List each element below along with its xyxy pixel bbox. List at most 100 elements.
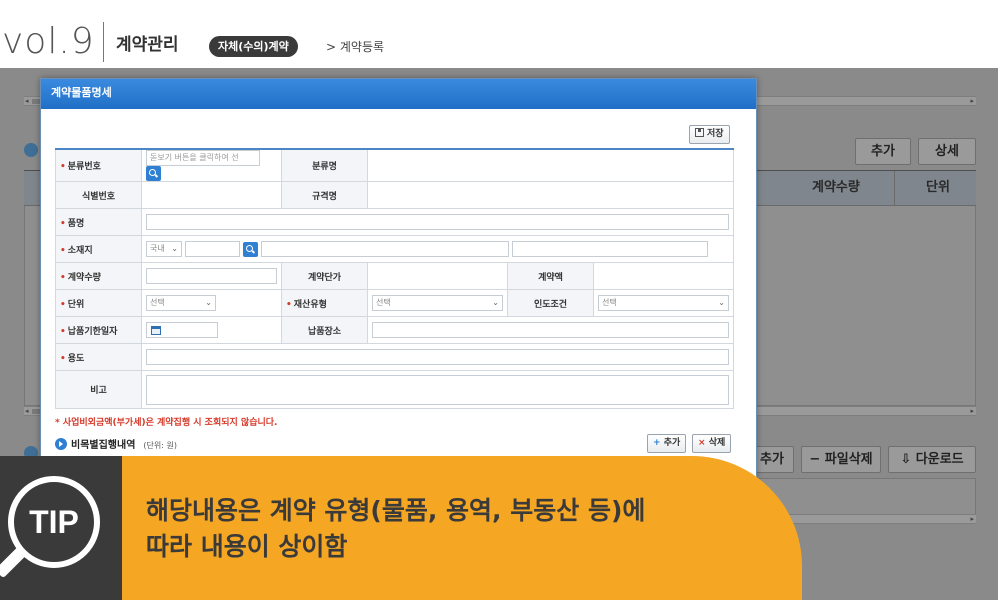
scroll-right-icon[interactable]: ▸ <box>970 515 974 524</box>
slide-header: vol.9 계약관리 자체(수의)계약 > 계약등록 <box>0 0 998 68</box>
tip-text: 해당내용은 계약 유형(물품, 용역, 부동산 등)에 따라 내용이 상이함 <box>146 493 645 565</box>
item-spec-modal: 계약물품명세 저장 • 분류번호 돋보기 버튼을 클릭하여 선 분류명 식별번호 … <box>40 78 757 478</box>
chevron-down-icon: ⌄ <box>718 298 725 307</box>
expense-section-title: 비목별집행내역 (단위: 원) <box>55 436 177 451</box>
cell-remarks <box>141 370 734 409</box>
bg-add-button[interactable]: 추가 <box>855 138 911 165</box>
cell-location: 국내 ⌄ <box>141 235 734 263</box>
purpose-input[interactable] <box>146 349 729 365</box>
label-asset-type: • 재산유형 <box>281 289 368 317</box>
label-location: • 소재지 <box>55 235 142 263</box>
save-label: 저장 <box>707 129 724 139</box>
label-spec-name: 규격명 <box>281 181 368 209</box>
id-no-value <box>141 181 282 209</box>
delete-row-button[interactable]: × 삭제 <box>692 434 732 453</box>
breadcrumb: > 계약등록 <box>326 40 385 54</box>
volume-label: vol.9 <box>2 21 95 62</box>
cell-purpose <box>141 343 734 371</box>
scroll-left-icon[interactable]: ◂ <box>25 97 29 106</box>
bg-download-button[interactable]: ⇩ 다운로드 <box>888 446 976 473</box>
scroll-left-icon[interactable]: ◂ <box>25 407 29 416</box>
delivery-place-input[interactable] <box>372 322 729 338</box>
bg-file-delete-label: 파일삭제 <box>824 452 873 467</box>
section-title: 계약관리 <box>116 35 179 55</box>
expense-section-label: 비목별집행내역 <box>71 440 136 451</box>
unit-select[interactable]: 선택 ⌄ <box>146 295 216 311</box>
unit-select-value: 선택 <box>150 298 165 307</box>
cell-asset-type: 선택 ⌄ <box>367 289 508 317</box>
section-bullet-icon <box>24 143 38 157</box>
spec-name-value <box>367 181 734 209</box>
tip-magnifier-icon: TIP <box>8 476 100 568</box>
label-category-no: • 분류번호 <box>55 148 142 182</box>
label-delivery-place: 납품장소 <box>281 316 368 344</box>
chevron-down-icon: ⌄ <box>171 244 178 253</box>
download-icon: ⇩ <box>900 452 916 467</box>
tip-line-2: 따라 내용이 상이함 <box>146 532 348 561</box>
zipcode-input[interactable] <box>184 241 240 257</box>
unit-price-value <box>367 262 508 290</box>
cell-category-no: 돋보기 버튼을 클릭하여 선 <box>141 148 282 182</box>
label-amount: 계약액 <box>507 262 594 290</box>
label-remarks: 비고 <box>55 370 142 409</box>
cell-unit: 선택 ⌄ <box>141 289 282 317</box>
cell-contract-qty <box>141 262 282 290</box>
category-no-input[interactable]: 돋보기 버튼을 클릭하여 선 <box>146 150 260 166</box>
bg-col-unit: 단위 <box>926 180 950 195</box>
address-detail-input[interactable] <box>511 241 708 257</box>
remarks-textarea[interactable] <box>146 374 729 405</box>
label-category-name: 분류명 <box>281 148 368 182</box>
cell-delivery-terms: 선택 ⌄ <box>593 289 734 317</box>
calendar-icon[interactable] <box>151 326 161 335</box>
save-button[interactable]: 저장 <box>689 125 730 144</box>
close-icon: × <box>698 438 706 448</box>
label-id-no: 식별번호 <box>55 181 142 209</box>
asset-type-value: 선택 <box>376 298 391 307</box>
location-country-select[interactable]: 국내 ⌄ <box>146 241 182 257</box>
tip-line-1: 해당내용은 계약 유형(물품, 용역, 부동산 등)에 <box>146 496 646 525</box>
address-input[interactable] <box>260 241 509 257</box>
asset-type-select[interactable]: 선택 ⌄ <box>372 295 503 311</box>
contract-type-badge: 자체(수의)계약 <box>209 36 298 57</box>
header-divider <box>103 22 104 62</box>
category-name-value <box>367 148 734 182</box>
address-search-icon[interactable] <box>242 241 258 257</box>
unit-note: (단위: 원) <box>143 441 177 450</box>
label-unit-price: 계약단가 <box>281 262 368 290</box>
label-contract-qty: • 계약수량 <box>55 262 142 290</box>
location-country-value: 국내 <box>150 244 165 253</box>
bg-col-contract-qty: 계약수량 <box>812 180 860 195</box>
scroll-right-icon[interactable]: ▸ <box>970 407 974 416</box>
chevron-down-icon: ⌄ <box>492 298 499 307</box>
contract-qty-input[interactable] <box>146 268 277 284</box>
bg-col-divider <box>894 171 895 205</box>
modal-title: 계약물품명세 <box>41 79 756 109</box>
due-date-input[interactable] <box>146 322 218 338</box>
cell-item-name <box>141 208 734 236</box>
search-icon[interactable] <box>146 166 161 181</box>
add-row-label: 추가 <box>663 438 681 448</box>
label-due-date: • 납품기한일자 <box>55 316 142 344</box>
bg-download-label: 다운로드 <box>915 452 964 467</box>
delivery-terms-select[interactable]: 선택 ⌄ <box>598 295 729 311</box>
label-item-name: • 품명 <box>55 208 142 236</box>
save-icon <box>695 128 704 137</box>
label-unit: • 단위 <box>55 289 142 317</box>
label-purpose: • 용도 <box>55 343 142 371</box>
amount-value <box>593 262 734 290</box>
chevron-down-icon: ⌄ <box>205 298 212 307</box>
vat-notice: * 사업비외금액(부가세)은 계약집행 시 조회되지 않습니다. <box>55 418 278 428</box>
cell-due-date <box>141 316 282 344</box>
cell-delivery-place <box>367 316 734 344</box>
add-row-button[interactable]: + 추가 <box>647 434 687 453</box>
plus-icon: + <box>653 438 661 448</box>
section-arrow-icon <box>55 438 67 450</box>
bg-file-delete-button[interactable]: − 파일삭제 <box>801 446 881 473</box>
scroll-right-icon[interactable]: ▸ <box>970 97 974 106</box>
delete-row-label: 삭제 <box>708 438 726 448</box>
item-form: • 분류번호 돋보기 버튼을 클릭하여 선 분류명 식별번호 규격명 • 품명 • 소… <box>55 148 734 409</box>
label-delivery-terms: 인도조건 <box>507 289 594 317</box>
delivery-terms-value: 선택 <box>602 298 617 307</box>
bg-detail-button[interactable]: 상세 <box>918 138 976 165</box>
item-name-input[interactable] <box>146 214 729 230</box>
